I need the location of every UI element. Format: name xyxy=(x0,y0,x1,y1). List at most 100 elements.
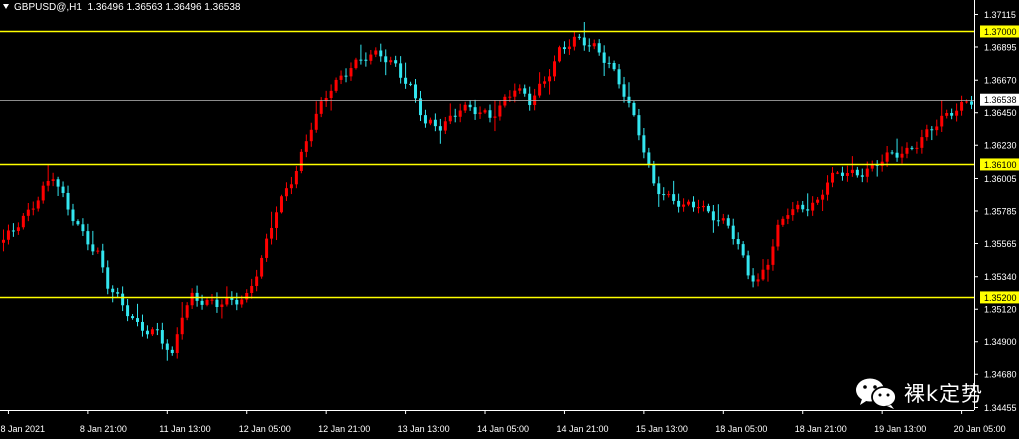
candle-body xyxy=(284,188,288,197)
candle-body xyxy=(840,172,844,176)
candle-body xyxy=(265,238,269,258)
candle-body xyxy=(692,201,696,208)
candle-body xyxy=(721,218,725,221)
candle-body xyxy=(587,45,591,47)
candle-body xyxy=(309,129,313,142)
candlestick-chart[interactable]: 1.37115 1.36895 1.36670 1.36450 1.36230 1.360… xyxy=(0,0,1019,439)
candle-body xyxy=(835,172,839,174)
candle-body xyxy=(518,88,522,91)
candle-body xyxy=(11,230,15,232)
y-tick-label: 1.36230 xyxy=(984,141,1017,151)
candle-body xyxy=(885,152,889,162)
candle-body xyxy=(642,135,646,153)
watermark-text: 裸k定势 xyxy=(903,382,983,406)
candle-body xyxy=(677,200,681,207)
candle-body xyxy=(111,288,115,293)
candle-body xyxy=(940,115,944,127)
y-tick-label: 1.36005 xyxy=(984,174,1017,184)
candle-series xyxy=(1,21,974,361)
candle-body xyxy=(831,172,835,183)
y-tick-label: 1.35785 xyxy=(984,206,1017,216)
candle-body xyxy=(766,264,770,270)
candle-body xyxy=(508,96,512,98)
candle-body xyxy=(379,50,383,57)
candle-body xyxy=(607,62,611,64)
candle-body xyxy=(289,184,293,189)
candle-body xyxy=(140,321,144,331)
candle-body xyxy=(190,292,194,306)
y-tick-label: 1.34900 xyxy=(984,337,1017,347)
candle-body xyxy=(503,96,507,106)
candle-body xyxy=(205,299,209,305)
candle-body xyxy=(538,83,542,96)
candle-body xyxy=(136,318,140,322)
x-tick-label: 15 Jan 13:00 xyxy=(636,424,688,434)
candle-body xyxy=(36,200,40,209)
candle-body xyxy=(155,329,159,331)
candle-body xyxy=(622,84,626,97)
candle-body xyxy=(86,231,90,245)
candle-body xyxy=(731,225,735,240)
candle-body xyxy=(473,107,477,115)
candle-body xyxy=(955,110,959,116)
candle-body xyxy=(170,349,174,354)
candle-body xyxy=(433,119,437,127)
candle-body xyxy=(796,204,800,210)
candle-body xyxy=(945,113,949,116)
candle-body xyxy=(374,50,378,55)
candle-body xyxy=(250,285,254,293)
candle-body xyxy=(180,317,184,335)
candle-body xyxy=(667,194,671,196)
candle-body xyxy=(557,47,561,62)
candle-body xyxy=(394,60,398,64)
candle-body xyxy=(965,101,969,103)
candle-body xyxy=(523,88,527,94)
x-tick-label: 18 Jan 05:00 xyxy=(715,424,767,434)
candle-body xyxy=(215,299,219,308)
candle-body xyxy=(478,112,482,115)
time-axis: 8 Jan 2021 8 Jan 21:00 11 Jan 13:00 12 Jan … xyxy=(0,410,1006,434)
level-price-label: 1.37000 xyxy=(984,27,1017,37)
candle-body xyxy=(582,37,586,46)
candle-body xyxy=(711,211,715,221)
candle-body xyxy=(463,104,467,111)
level-lines xyxy=(0,30,974,299)
candle-body xyxy=(304,141,308,152)
candle-body xyxy=(384,56,388,63)
candle-body xyxy=(900,153,904,158)
watermark: 裸k定势 xyxy=(854,376,983,410)
y-tick-label: 1.34455 xyxy=(984,403,1017,413)
candle-body xyxy=(56,179,60,187)
candle-body xyxy=(81,224,85,232)
candle-body xyxy=(458,110,462,117)
candle-body xyxy=(389,60,393,63)
candle-body xyxy=(855,169,859,176)
x-tick-label: 19 Jan 13:00 xyxy=(874,424,926,434)
y-tick-label: 1.34680 xyxy=(984,370,1017,380)
candle-body xyxy=(826,182,830,195)
candle-body xyxy=(240,299,244,305)
candle-body xyxy=(860,175,864,177)
candle-body xyxy=(279,196,283,213)
candle-body xyxy=(746,255,750,276)
candle-body xyxy=(776,224,780,247)
level-price-label: 1.36100 xyxy=(984,160,1017,170)
candle-body xyxy=(572,36,576,47)
candle-body xyxy=(399,63,403,78)
candle-body xyxy=(106,267,110,289)
candle-body xyxy=(865,168,869,177)
candle-body xyxy=(225,297,229,305)
candle-body xyxy=(726,218,730,226)
candle-body xyxy=(801,204,805,210)
candle-body xyxy=(632,102,636,116)
x-tick-label: 12 Jan 21:00 xyxy=(318,424,370,434)
candle-body xyxy=(16,227,20,231)
y-tick-label: 1.36670 xyxy=(984,76,1017,86)
candle-body xyxy=(423,115,427,124)
candle-body xyxy=(925,129,929,138)
candle-body xyxy=(592,43,596,47)
candle-body xyxy=(468,104,472,108)
candle-body xyxy=(334,79,338,91)
candle-body xyxy=(1,239,5,243)
candle-body xyxy=(488,110,492,118)
